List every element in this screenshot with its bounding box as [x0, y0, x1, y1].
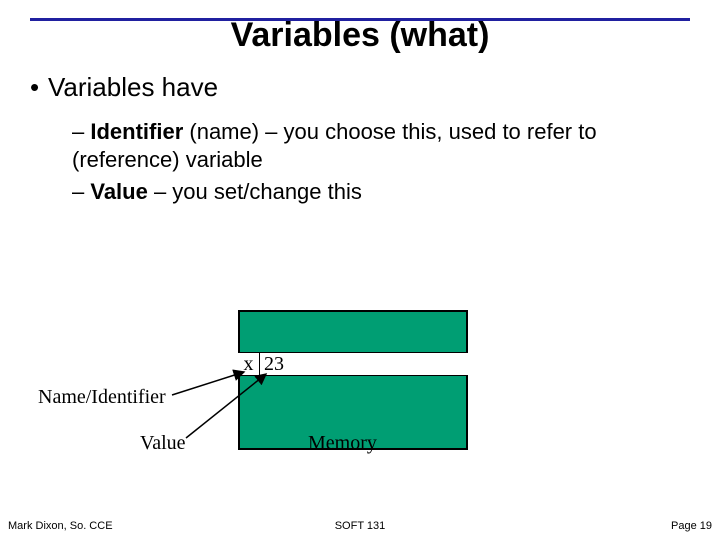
bullet-level1-text: Variables have — [48, 72, 218, 102]
bullet-level1: •Variables have — [30, 72, 218, 103]
value-rest: – you set/change this — [148, 179, 362, 204]
label-value: Value — [140, 432, 186, 455]
footer-page: Page 19 — [671, 520, 712, 532]
memory-box — [238, 310, 468, 450]
dash: – — [72, 179, 90, 204]
slide: Variables (what) •Variables have – Ident… — [0, 0, 720, 540]
identifier-bold: Identifier — [90, 119, 183, 144]
slide-title: Variables (what) — [0, 16, 720, 55]
label-memory: Memory — [308, 432, 377, 455]
bullet-level2-identifier: – Identifier (name) – you choose this, u… — [72, 118, 682, 173]
bullet-dot-icon: • — [30, 72, 48, 103]
variable-name-cell: x — [238, 352, 260, 376]
footer-course: SOFT 131 — [0, 520, 720, 532]
dash: – — [72, 119, 90, 144]
label-name-identifier: Name/Identifier — [38, 386, 166, 409]
value-bold: Value — [90, 179, 147, 204]
variable-value-cell: 23 — [262, 352, 302, 376]
bullet-level2-value: – Value – you set/change this — [72, 178, 682, 206]
